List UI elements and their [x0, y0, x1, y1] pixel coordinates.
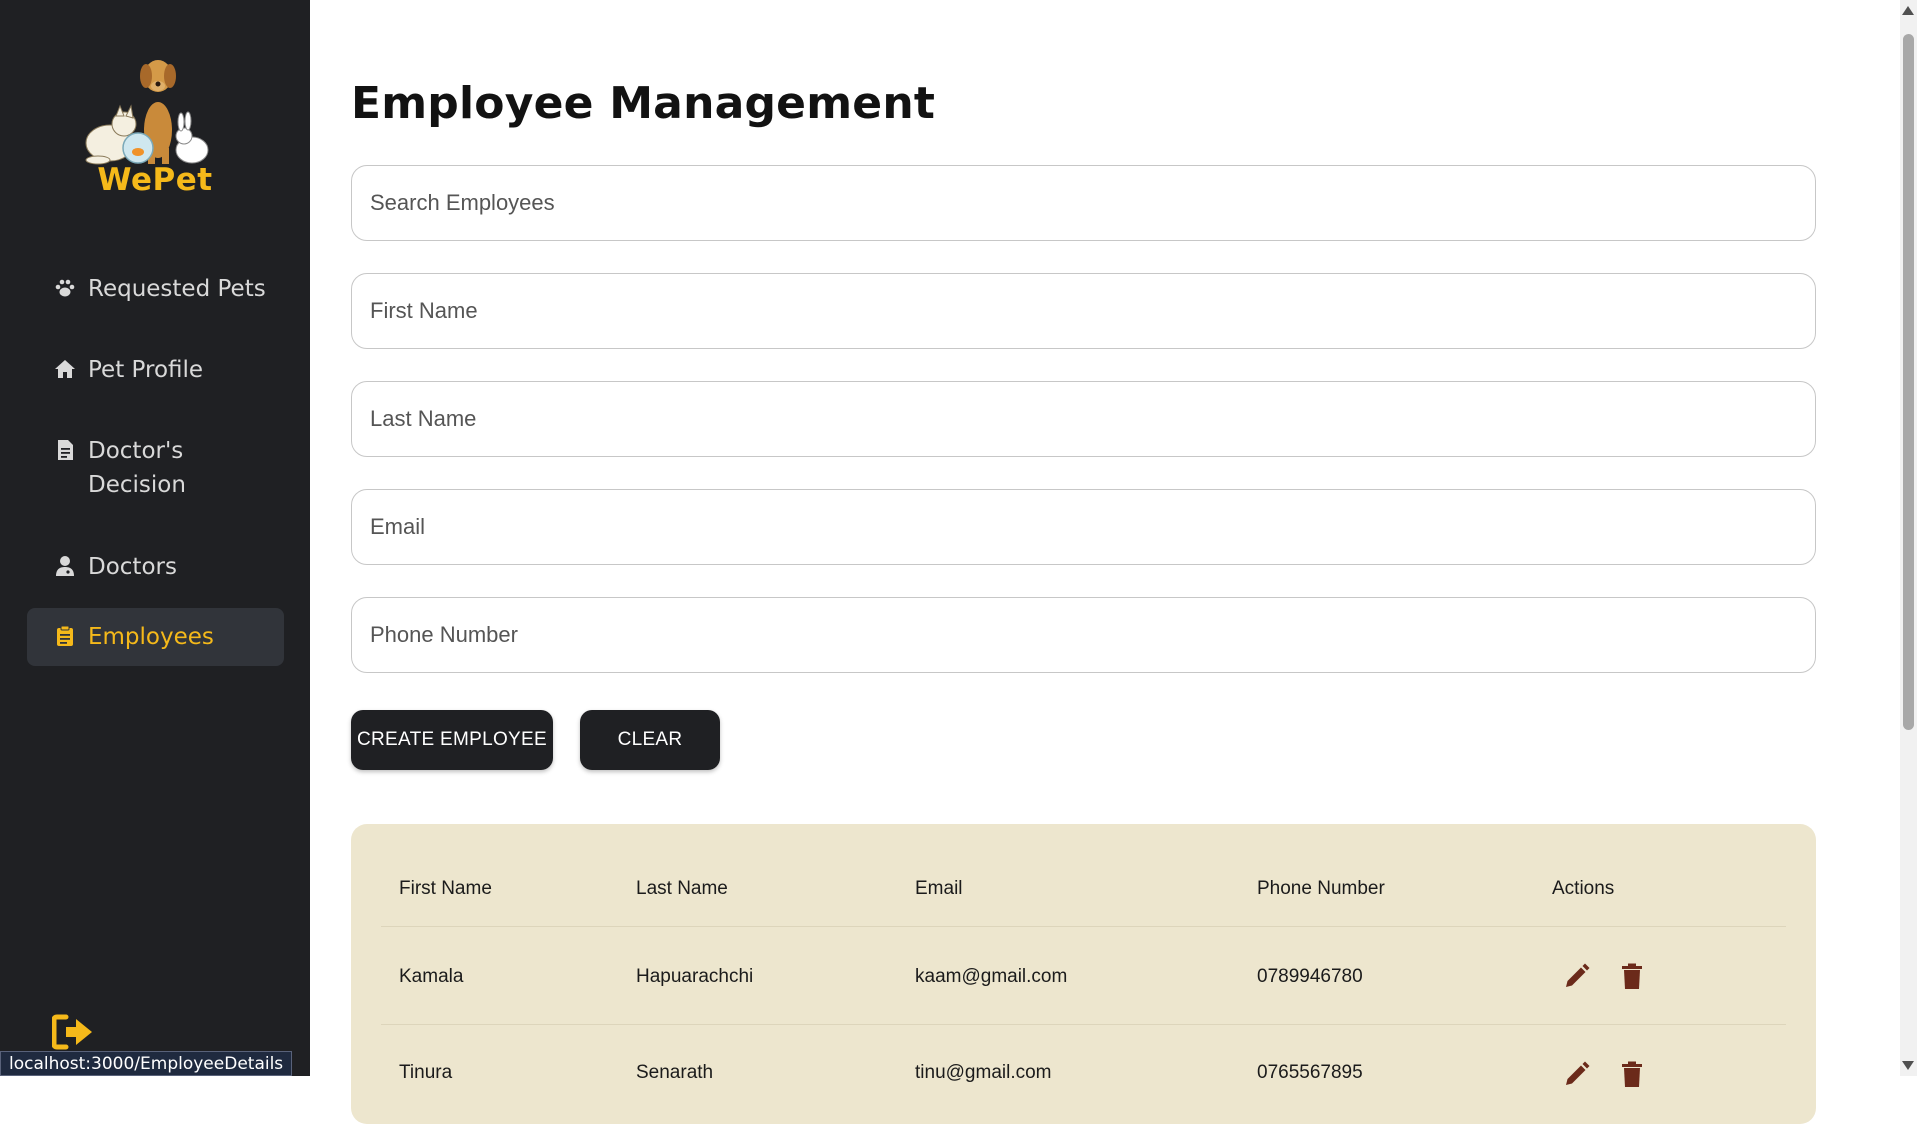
cell-first-name: Kamala [399, 966, 464, 987]
create-employee-button[interactable]: CREATE EMPLOYEE [351, 710, 553, 770]
scroll-up-arrow-icon[interactable] [1902, 6, 1914, 15]
search-input[interactable] [351, 165, 1816, 241]
status-url-bar: localhost:3000/EmployeeDetails [0, 1051, 293, 1076]
last-name-field[interactable] [351, 381, 1816, 457]
cell-email: kaam@gmail.com [915, 966, 1068, 987]
main-content: Employee Management CREATE EMPLOYEE CLEA… [310, 0, 1900, 1124]
delete-icon[interactable] [1618, 1060, 1646, 1088]
home-icon [55, 360, 75, 378]
document-icon [58, 440, 73, 460]
sidebar-item-pet-profile[interactable]: Pet Profile [27, 341, 284, 399]
sidebar-item-doctors[interactable]: Doctors [27, 538, 284, 596]
edit-icon[interactable] [1563, 1060, 1591, 1088]
delete-icon[interactable] [1618, 962, 1646, 990]
sidebar-item-employees[interactable]: Employees [27, 608, 284, 666]
sidebar-item-requested-pets[interactable]: Requested Pets [27, 260, 284, 318]
clipboard-icon [57, 625, 73, 646]
sidebar-item-label: Doctor's Decision [88, 438, 186, 498]
cell-last-name: Hapuarachchi [636, 966, 754, 987]
sidebar: WePet Requested Pets Pet Profile Doctor'… [0, 0, 310, 1076]
paw-icon [55, 279, 75, 297]
sidebar-item-doctors-decision[interactable]: Doctor's Decision [27, 422, 284, 514]
cell-phone: 0765567895 [1257, 1062, 1363, 1083]
scroll-down-arrow-icon[interactable] [1902, 1061, 1914, 1070]
column-header-phone: Phone Number [1257, 878, 1385, 899]
cell-last-name: Senarath [636, 1062, 714, 1083]
logout-icon[interactable] [52, 1014, 94, 1050]
sidebar-item-label: Doctors [88, 554, 177, 580]
cell-first-name: Tinura [399, 1062, 453, 1083]
sidebar-item-label: Requested Pets [88, 276, 266, 302]
page-title: Employee Management [351, 78, 936, 129]
column-header-first-name: First Name [399, 878, 492, 899]
first-name-field[interactable] [351, 273, 1816, 349]
row-divider [381, 926, 1786, 927]
column-header-email: Email [915, 878, 963, 899]
employee-table: First Name Last Name Email Phone Number … [351, 824, 1816, 1124]
brand-name: WePet [97, 162, 213, 198]
cell-email: tinu@gmail.com [915, 1062, 1052, 1083]
sidebar-item-label: Pet Profile [88, 357, 204, 383]
edit-icon[interactable] [1563, 962, 1591, 990]
doctor-icon [56, 556, 74, 576]
phone-number-field[interactable] [351, 597, 1816, 673]
wepet-logo [85, 60, 209, 165]
row-divider [381, 1024, 1786, 1025]
cell-phone: 0789946780 [1257, 966, 1363, 987]
column-header-actions: Actions [1552, 878, 1615, 899]
scrollbar[interactable] [1900, 0, 1917, 1076]
sidebar-item-label: Employees [88, 624, 214, 650]
email-field[interactable] [351, 489, 1816, 565]
scrollbar-thumb[interactable] [1903, 34, 1914, 730]
clear-button[interactable]: CLEAR [580, 710, 720, 770]
column-header-last-name: Last Name [636, 878, 728, 899]
